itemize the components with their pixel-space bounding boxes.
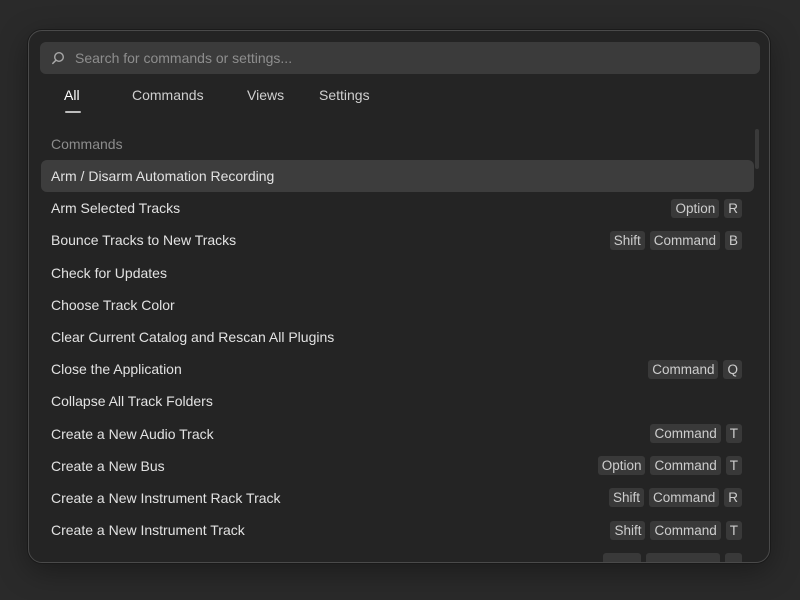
keyboard-shortcut: Command Q	[648, 359, 742, 379]
keyboard-shortcut: Shift Command R	[608, 488, 742, 508]
command-label: Arm Selected Tracks	[51, 200, 181, 217]
command-label: Choose Track Color	[51, 296, 175, 313]
active-tab-indicator	[65, 111, 81, 113]
command-label: Close the Application	[51, 361, 182, 378]
shortcut-key: Command	[648, 359, 719, 379]
command-label: Create a New Bus	[51, 457, 165, 474]
shortcut-key: Option	[597, 456, 646, 476]
tab-bar: All Commands Views Settings	[29, 83, 769, 117]
shortcut-key: Q	[723, 359, 742, 379]
command-palette: All Commands Views Settings Commands Arm…	[28, 30, 770, 563]
shortcut-key: T	[725, 456, 742, 476]
shortcut-key: R	[724, 198, 742, 218]
partial-list-item	[41, 551, 754, 562]
command-item[interactable]: Collapse All Track Folders	[41, 385, 754, 417]
command-item[interactable]: Clear Current Catalog and Rescan All Plu…	[41, 321, 754, 353]
command-item[interactable]: Create a New Bus Option Command T	[41, 450, 754, 482]
command-item[interactable]: Check for Updates	[41, 257, 754, 289]
tab-settings[interactable]: Settings	[319, 87, 370, 103]
tab-all[interactable]: All	[64, 87, 80, 103]
shortcut-key: Shift	[609, 230, 645, 250]
command-item[interactable]: Arm Selected Tracks Option R	[41, 192, 754, 224]
partial-key	[603, 553, 641, 562]
command-label: Arm / Disarm Automation Recording	[51, 168, 275, 185]
section-header: Commands	[51, 136, 123, 152]
keyboard-shortcut: Shift Command B	[609, 230, 742, 250]
command-label: Create a New Instrument Rack Track	[51, 489, 281, 506]
shortcut-key: B	[724, 230, 742, 250]
shortcut-key: T	[725, 424, 742, 444]
command-item[interactable]: Choose Track Color	[41, 289, 754, 321]
command-item[interactable]: Create a New Instrument Rack Track Shift C…	[41, 482, 754, 514]
shortcut-key: R	[724, 488, 742, 508]
command-list: Arm / Disarm Automation Recording Arm Sel…	[41, 160, 754, 546]
tab-views[interactable]: Views	[247, 87, 284, 103]
shortcut-key: Command	[650, 424, 721, 444]
command-item[interactable]: Arm / Disarm Automation Recording	[41, 160, 754, 193]
search-bar[interactable]	[40, 42, 760, 74]
partial-key	[725, 553, 742, 562]
keyboard-shortcut: Option Command T	[597, 456, 742, 476]
shortcut-key: Shift	[610, 520, 646, 540]
search-input[interactable]	[75, 42, 760, 74]
shortcut-key: Option	[671, 198, 720, 218]
tab-commands[interactable]: Commands	[132, 87, 204, 103]
command-label: Create a New Instrument Track	[51, 522, 245, 539]
command-label: Bounce Tracks to New Tracks	[51, 232, 237, 249]
command-label: Create a New Audio Track	[51, 425, 214, 442]
command-item[interactable]: Create a New Audio Track Command T	[41, 418, 754, 450]
command-label: Collapse All Track Folders	[51, 393, 213, 410]
keyboard-shortcut: Option R	[671, 198, 742, 218]
partial-key	[646, 553, 720, 562]
shortcut-key: T	[725, 520, 742, 540]
command-label: Check for Updates	[51, 264, 167, 281]
shortcut-key: Command	[650, 520, 721, 540]
command-item[interactable]: Close the Application Command Q	[41, 353, 754, 385]
partial-shortcut	[603, 553, 742, 562]
keyboard-shortcut: Shift Command T	[610, 520, 742, 540]
command-item[interactable]: Bounce Tracks to New Tracks Shift Command B	[41, 224, 754, 256]
scrollbar-thumb[interactable]	[755, 129, 759, 169]
keyboard-shortcut: Command T	[650, 424, 742, 444]
shortcut-key: Command	[648, 488, 720, 508]
shortcut-key: Command	[649, 230, 720, 250]
search-icon	[50, 50, 66, 66]
command-item[interactable]: Create a New Instrument Track Shift Comman…	[41, 514, 754, 546]
command-label: Clear Current Catalog and Rescan All Plu…	[51, 329, 335, 346]
shortcut-key: Shift	[608, 488, 644, 508]
shortcut-key: Command	[650, 456, 721, 476]
